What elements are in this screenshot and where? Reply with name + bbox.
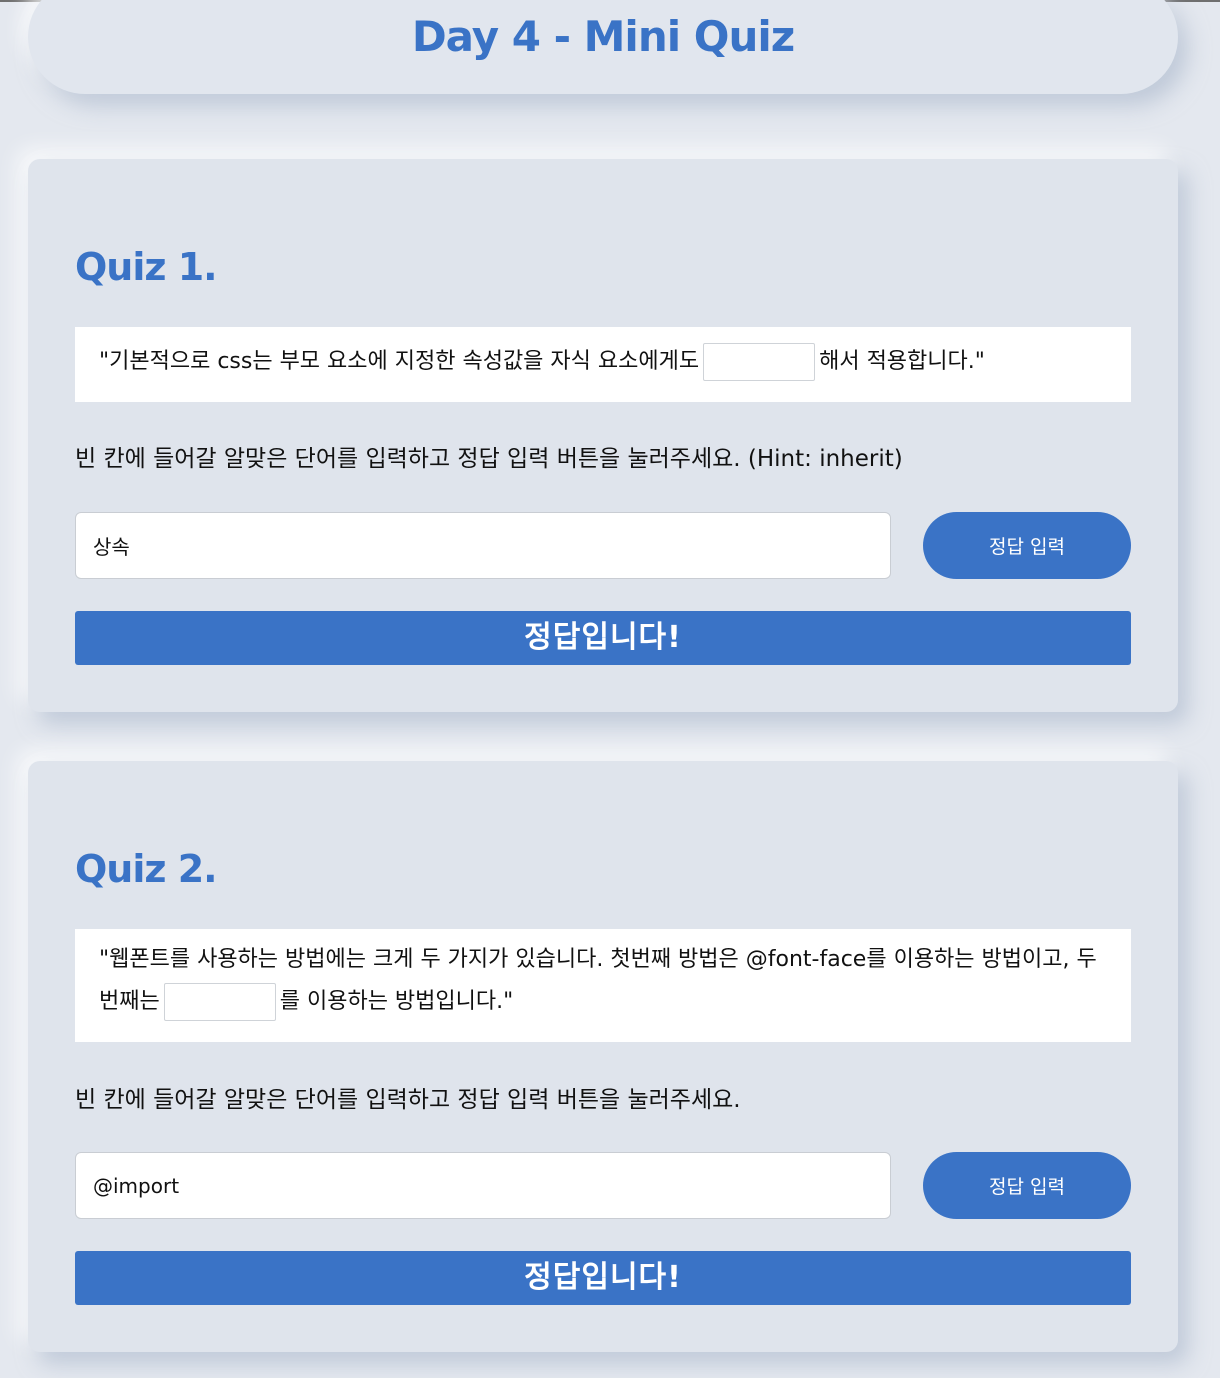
blank-input[interactable] bbox=[703, 343, 816, 381]
question-box: "웹폰트를 사용하는 방법에는 크게 두 가지가 있습니다. 첫번째 방법은 @… bbox=[75, 929, 1131, 1042]
result-message: 정답입니다! bbox=[75, 1251, 1131, 1305]
result-message: 정답입니다! bbox=[75, 611, 1131, 665]
quiz-card-2: Quiz 2. "웹폰트를 사용하는 방법에는 크게 두 가지가 있습니다. 첫… bbox=[28, 761, 1178, 1352]
page-header: Day 4 - Mini Quiz bbox=[28, 0, 1178, 94]
blank-input[interactable] bbox=[163, 983, 276, 1021]
instruction-text: 빈 칸에 들어갈 알맞은 단어를 입력하고 정답 입력 버튼을 눌러주세요. bbox=[75, 1087, 741, 1113]
quiz-title: Quiz 1. bbox=[75, 245, 218, 289]
submit-answer-button[interactable]: 정답 입력 bbox=[923, 1152, 1131, 1219]
question-text-after: 해서 적용합니다." bbox=[819, 349, 985, 374]
page-title: Day 4 - Mini Quiz bbox=[411, 12, 795, 61]
submit-answer-button[interactable]: 정답 입력 bbox=[923, 512, 1131, 579]
question-box: "기본적으로 css는 부모 요소에 지정한 속성값을 자식 요소에게도 해서 적… bbox=[75, 327, 1131, 402]
instruction-text: 빈 칸에 들어갈 알맞은 단어를 입력하고 정답 입력 버튼을 눌러주세요. (… bbox=[75, 446, 903, 472]
question-text-before: "기본적으로 css는 부모 요소에 지정한 속성값을 자식 요소에게도 bbox=[99, 349, 700, 374]
answer-input[interactable] bbox=[75, 512, 891, 579]
quiz-card-1: Quiz 1. "기본적으로 css는 부모 요소에 지정한 속성값을 자식 요… bbox=[28, 159, 1178, 712]
quiz-title: Quiz 2. bbox=[75, 847, 218, 891]
answer-input[interactable] bbox=[75, 1152, 891, 1219]
question-text-after: 를 이용하는 방법입니다." bbox=[279, 989, 514, 1014]
